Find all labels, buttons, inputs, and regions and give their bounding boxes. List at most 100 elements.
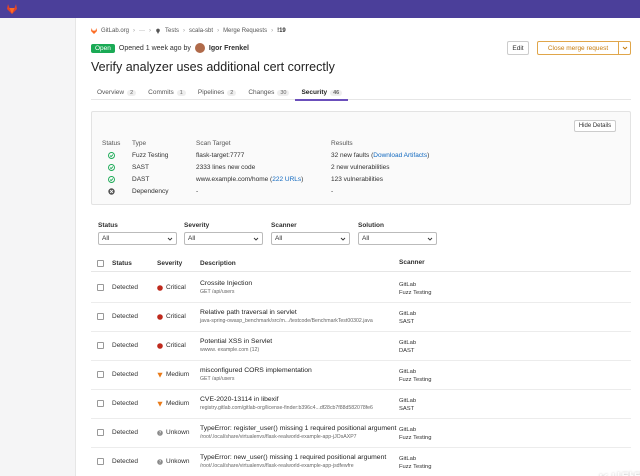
- scan-target: www.example.com/home (222 URLs): [196, 176, 303, 183]
- scan-summary-panel: Hide Details Status Type Scan Target Res…: [91, 111, 631, 205]
- table-row[interactable]: Detected Medium CVE-2020-13114 in libexif r…: [91, 390, 631, 419]
- table-row[interactable]: Detected Critical Relative path traversal …: [91, 303, 631, 332]
- row-checkbox[interactable]: [97, 400, 104, 407]
- tab-commits[interactable]: Commits 1: [142, 85, 192, 100]
- vulnerability-description[interactable]: Crossite Injection GET /api/users: [200, 280, 252, 295]
- tab-changes[interactable]: Changes 30: [242, 85, 295, 100]
- vulnerability-severity: Critical: [157, 313, 186, 320]
- vulnerability-title[interactable]: TypeError: new_user() missing 1 required…: [200, 454, 386, 461]
- vulnerability-title[interactable]: Crossite Injection: [200, 280, 252, 287]
- download-artifacts-link[interactable]: Download Artifacts: [373, 152, 427, 159]
- avatar[interactable]: [194, 43, 205, 53]
- vulnerability-scanner: GitLab DAST: [399, 339, 416, 355]
- critical-severity-icon: [157, 284, 163, 291]
- scanner-vendor: GitLab: [399, 282, 417, 288]
- vulnerability-title[interactable]: Potential XSS in Servlet: [200, 338, 272, 345]
- urls-link[interactable]: 222 URLs: [272, 176, 301, 183]
- breadcrumb-item-scala-sbt[interactable]: scala-sbt: [189, 28, 213, 34]
- column-header-status: Status: [102, 139, 121, 147]
- breadcrumb-item-gitlab-org[interactable]: GitLab.org: [101, 28, 129, 34]
- filter-value: All: [362, 235, 370, 242]
- severity-filter-select[interactable]: All: [184, 232, 263, 245]
- row-checkbox[interactable]: [97, 284, 104, 291]
- vulnerability-title[interactable]: TypeError: register_user() missing 1 req…: [200, 425, 396, 432]
- scanner-type: SAST: [399, 406, 415, 412]
- chevron-down-icon: [622, 46, 627, 50]
- breadcrumb-item-merge-requests[interactable]: Merge Requests: [223, 28, 267, 34]
- scanner-vendor: GitLab: [399, 311, 417, 317]
- vulnerability-location: java-spring-owasp_benchmark/src/m.../tes…: [200, 318, 373, 324]
- row-checkbox[interactable]: [97, 313, 104, 320]
- breadcrumb-item-ellipsis[interactable]: ···: [139, 28, 145, 34]
- failed-circle-icon: [108, 187, 115, 195]
- scan-row: Fuzz Testing flask-target:7777 32 new fa…: [92, 149, 632, 161]
- filter-label: Status: [98, 222, 118, 229]
- row-checkbox[interactable]: [97, 429, 104, 436]
- scan-results: -: [331, 187, 334, 195]
- vulnerability-description[interactable]: misconfigured CORS implementation GET /ap…: [200, 367, 312, 382]
- table-row[interactable]: Detected Medium misconfigured CORS impleme…: [91, 361, 631, 390]
- gitlab-logo-icon[interactable]: [6, 3, 18, 15]
- tab-label: Pipelines: [197, 89, 225, 96]
- filter-status: Status All: [98, 222, 177, 245]
- table-row[interactable]: Detected Critical Crossite Injection GET /a…: [91, 274, 631, 303]
- severity-label: Unkown: [166, 458, 190, 465]
- vulnerability-description[interactable]: Relative path traversal in servlet java-s…: [200, 309, 373, 324]
- critical-severity-icon: [157, 342, 163, 349]
- hide-details-button[interactable]: Hide Details: [574, 120, 616, 132]
- scanner-vendor: GitLab: [399, 340, 417, 346]
- vulnerability-description[interactable]: CVE-2020-13114 in libexif registry.gitlab…: [200, 396, 373, 411]
- breadcrumb-separator: ›: [133, 28, 136, 34]
- opened-text: Opened 1 week ago by: [118, 44, 191, 52]
- scanner-type: Fuzz Testing: [399, 377, 432, 383]
- severity-label: Unkown: [166, 429, 190, 436]
- breadcrumb-item-tests[interactable]: Tests: [165, 28, 179, 34]
- vulnerability-description[interactable]: TypeError: new_user() missing 1 required…: [200, 454, 386, 469]
- vulnerability-description[interactable]: TypeError: register_user() missing 1 req…: [200, 425, 396, 440]
- scan-target-text: www.example.com/home (: [196, 175, 273, 183]
- filter-label: Severity: [184, 222, 210, 229]
- critical-severity-icon: [157, 313, 163, 320]
- vulnerability-title[interactable]: Relative path traversal in servlet: [200, 309, 373, 316]
- solution-filter-select[interactable]: All: [358, 232, 437, 245]
- scan-results: 123 vulnerabilities: [331, 175, 384, 183]
- breadcrumb: GitLab.org › ··· › Tests › scala-sbt › M…: [91, 26, 286, 36]
- table-row[interactable]: Detected Critical Potential XSS in Servlet…: [91, 332, 631, 361]
- check-circle-icon: [108, 175, 115, 183]
- row-checkbox[interactable]: [97, 342, 104, 349]
- table-row[interactable]: Detected? Unkown TypeError: new_user() mis…: [91, 448, 631, 476]
- tab-overview[interactable]: Overview 2: [91, 85, 142, 100]
- author-link[interactable]: Igor Frenkel: [209, 45, 249, 52]
- vulnerability-status: Detected: [112, 342, 139, 349]
- table-row[interactable]: Detected? Unkown TypeError: register_user(…: [91, 419, 631, 448]
- breadcrumb-separator: ›: [271, 28, 274, 34]
- scanner-filter-select[interactable]: All: [271, 232, 350, 245]
- vulnerability-scanner: GitLab SAST: [399, 397, 416, 413]
- filter-label: Solution: [358, 222, 384, 229]
- close-options-dropdown[interactable]: [618, 41, 631, 55]
- scan-results: 2 new vulnerabilities: [331, 163, 390, 171]
- tab-security[interactable]: Security 46: [295, 85, 349, 101]
- vulnerability-description[interactable]: Potential XSS in Servlet wwww. example.co…: [200, 338, 272, 353]
- vulnerability-location: GET /api/users: [200, 376, 235, 382]
- close-merge-request-button[interactable]: Close merge request: [537, 41, 619, 55]
- scan-row: Dependency - -: [92, 185, 632, 197]
- scan-row: DAST www.example.com/home (222 URLs) 123…: [92, 173, 632, 185]
- vulnerability-title[interactable]: misconfigured CORS implementation: [200, 367, 312, 374]
- vulnerability-scanner: GitLab Fuzz Testing: [399, 281, 431, 297]
- severity-label: Critical: [166, 313, 186, 320]
- breadcrumb-separator: ›: [217, 28, 220, 34]
- column-header-description: Description: [200, 260, 236, 267]
- select-all-checkbox[interactable]: [97, 260, 104, 267]
- status-filter-select[interactable]: All: [98, 232, 177, 245]
- vulnerability-severity: ? Unkown: [157, 458, 189, 465]
- edit-button[interactable]: Edit: [507, 41, 529, 55]
- check-circle-icon: [108, 163, 115, 171]
- filter-scanner: Scanner All: [271, 222, 350, 245]
- vulnerability-table-header: Status Severity Description Scanner: [91, 256, 631, 272]
- tab-pipelines[interactable]: Pipelines 2: [192, 85, 242, 100]
- breadcrumb-item-mr-id[interactable]: !19: [277, 28, 286, 34]
- row-checkbox[interactable]: [97, 458, 104, 465]
- row-checkbox[interactable]: [97, 371, 104, 378]
- vulnerability-title[interactable]: CVE-2020-13114 in libexif: [200, 396, 373, 403]
